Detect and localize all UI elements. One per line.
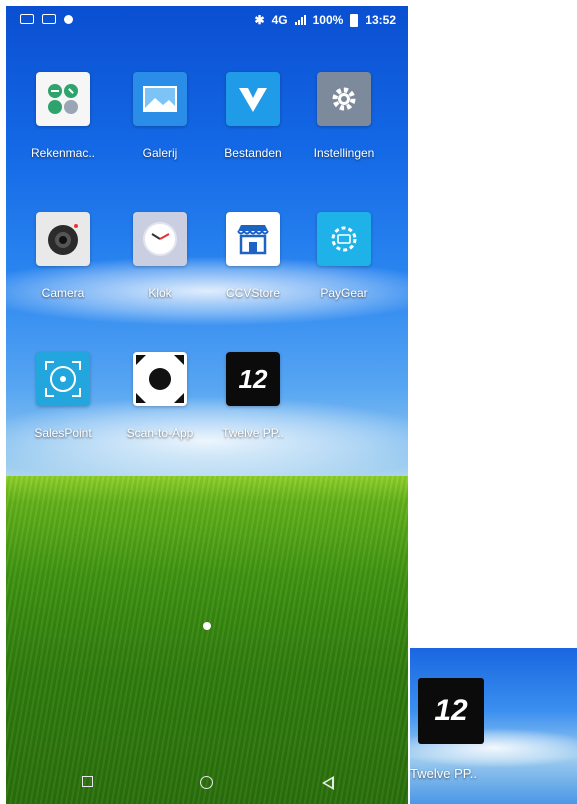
navigation-bar [6, 764, 408, 804]
app-camera[interactable]: Camera [18, 212, 108, 300]
store-icon [226, 212, 280, 266]
app-label: CCVStore [225, 286, 281, 300]
network-type: 4G [271, 13, 288, 27]
twelve-icon: 12 [226, 352, 280, 406]
app-label: SalesPoint [34, 426, 92, 440]
app-label: Rekenmac.. [30, 146, 96, 160]
calculator-icon [36, 72, 90, 126]
app-label: Galerij [142, 146, 178, 160]
paygear-icon [317, 212, 371, 266]
camera-icon [36, 212, 90, 266]
battery-percent: 100% [312, 13, 344, 27]
sim-icon [20, 14, 34, 24]
scan-icon [133, 352, 187, 406]
app-label: Twelve PP.. [222, 426, 284, 440]
bluetooth-icon: ✱ [254, 13, 265, 27]
app-paygear[interactable]: PayGear [299, 212, 389, 300]
notification-dot-icon [64, 14, 73, 24]
salespoint-icon [36, 352, 90, 406]
signal-icon [294, 15, 306, 25]
app-scan-to-app[interactable]: Scan-to-App [115, 352, 205, 440]
app-label: Camera [41, 286, 85, 300]
clock-icon [133, 212, 187, 266]
battery-icon [350, 13, 359, 27]
app-ccvstore[interactable]: CCVStore [208, 212, 298, 300]
app-label: PayGear [320, 286, 368, 300]
app-salespoint[interactable]: SalesPoint [18, 352, 108, 440]
inset-label: Twelve PP.. [410, 766, 477, 781]
app-instellingen[interactable]: Instellingen [299, 72, 389, 160]
phone-screen: ✱ 4G 100% 13:52 Rekenmac.. Galerij Besta… [6, 6, 408, 804]
sim-icon-2 [42, 14, 56, 24]
app-label: Scan-to-App [126, 426, 194, 440]
clock-time: 13:52 [365, 13, 396, 27]
wallpaper-grass [6, 476, 408, 804]
status-bar: ✱ 4G 100% 13:52 [6, 6, 408, 36]
back-icon[interactable] [322, 776, 334, 790]
app-rekenmachine[interactable]: Rekenmac.. [18, 72, 108, 160]
app-label: Klok [148, 286, 172, 300]
recents-icon[interactable] [82, 776, 93, 787]
page-indicator [203, 622, 211, 630]
app-klok[interactable]: Klok [115, 212, 205, 300]
home-icon[interactable] [200, 776, 213, 789]
app-galerij[interactable]: Galerij [115, 72, 205, 160]
app-bestanden[interactable]: Bestanden [208, 72, 298, 160]
settings-gear-icon [317, 72, 371, 126]
app-label: Bestanden [224, 146, 282, 160]
files-icon [226, 72, 280, 126]
zoom-inset: 12 Twelve PP.. [410, 648, 577, 804]
twelve-icon-zoomed: 12 [418, 678, 484, 744]
app-label: Instellingen [313, 146, 375, 160]
app-twelve-pp[interactable]: 12 Twelve PP.. [208, 352, 298, 440]
gallery-icon [133, 72, 187, 126]
